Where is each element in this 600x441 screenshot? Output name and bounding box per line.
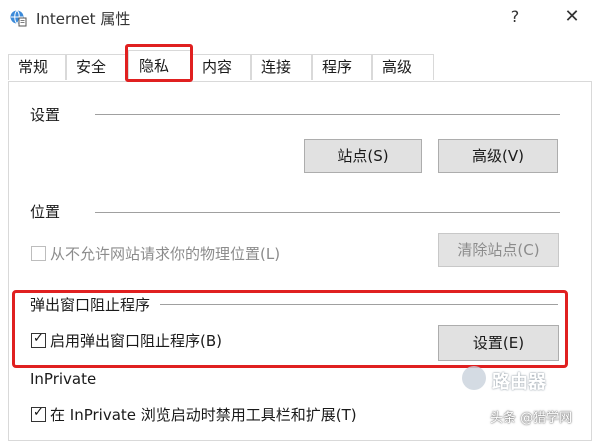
inprivate-disable-toolbars-label: 在 InPrivate 浏览启动时禁用工具栏和扩展(T) [50, 406, 357, 424]
location-divider [95, 212, 560, 213]
watermark-logo-icon [462, 366, 486, 390]
watermark-credit: 头条 @猎学网 [490, 411, 573, 426]
never-allow-location-label: 从不允许网站请求你的物理位置(L) [50, 245, 281, 263]
clear-sites-button[interactable]: 清除站点(C) [438, 233, 559, 267]
tab-highlight-box [125, 44, 193, 82]
tab-connections[interactable]: 连接 [251, 54, 312, 80]
tab-security[interactable]: 安全 [66, 54, 126, 80]
tab-strip: 常规 安全 隐私 内容 连接 程序 高级 [0, 50, 600, 82]
tab-general[interactable]: 常规 [8, 54, 66, 80]
title-bar: Internet 属性 ? ✕ [0, 0, 600, 38]
never-allow-location-checkbox[interactable] [31, 246, 46, 261]
help-button[interactable]: ? [505, 7, 525, 29]
sites-button[interactable]: 站点(S) [304, 139, 422, 173]
window-title: Internet 属性 [36, 10, 131, 28]
advanced-button[interactable]: 高级(V) [438, 139, 558, 173]
watermark-brand: 路由器 [492, 372, 546, 393]
popup-blocker-highlight-box [12, 290, 568, 368]
tab-programs[interactable]: 程序 [312, 54, 372, 80]
checkmark-icon: ✓ [33, 405, 44, 420]
settings-divider [95, 114, 560, 115]
inprivate-heading: InPrivate [30, 370, 97, 388]
close-button[interactable]: ✕ [560, 6, 584, 30]
inprivate-disable-toolbars-checkbox[interactable]: ✓ [31, 405, 46, 422]
tab-advanced[interactable]: 高级 [372, 54, 434, 80]
globe-doc-icon [10, 10, 27, 27]
tab-content[interactable]: 内容 [192, 54, 251, 80]
location-heading: 位置 [30, 203, 61, 221]
settings-heading: 设置 [30, 106, 61, 124]
